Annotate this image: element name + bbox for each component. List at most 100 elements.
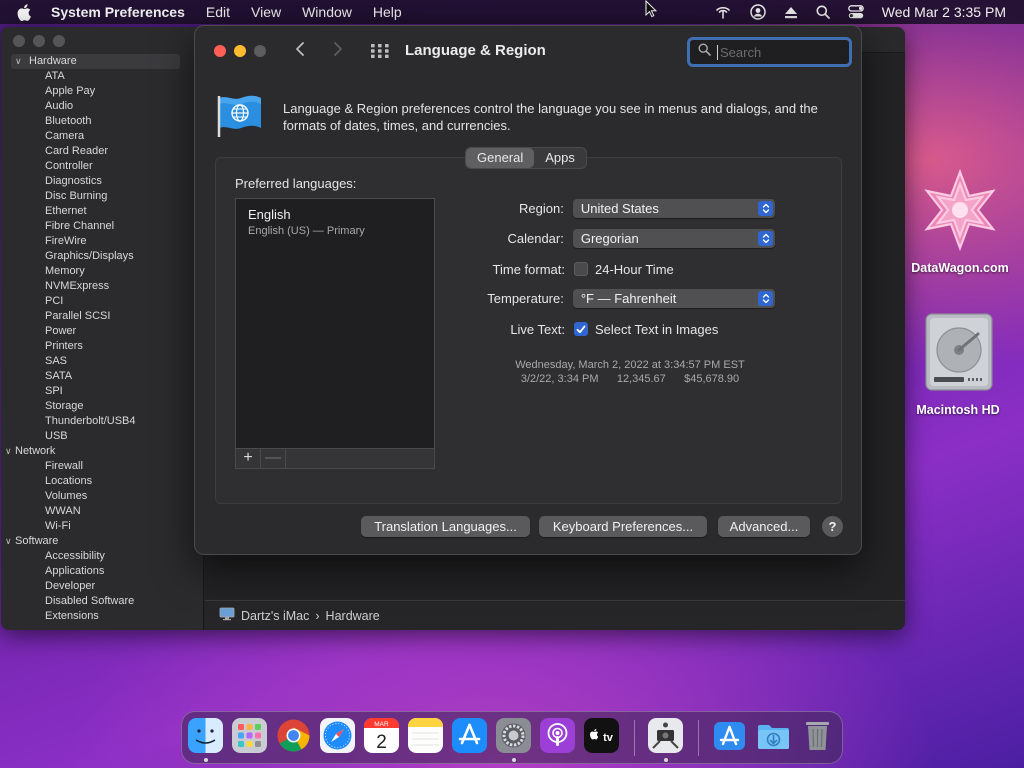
24-hour-time-label[interactable]: 24-Hour Time bbox=[595, 262, 674, 277]
launchpad-icon[interactable] bbox=[232, 718, 267, 753]
user-account-icon[interactable] bbox=[750, 4, 766, 20]
minimize-button[interactable] bbox=[33, 35, 45, 47]
datawagon-logo-icon[interactable] bbox=[920, 168, 1000, 252]
keyboard-preferences-button[interactable]: Keyboard Preferences... bbox=[539, 516, 707, 537]
temperature-popup[interactable]: °F — Fahrenheit bbox=[572, 288, 775, 308]
tree-item-ethernet[interactable]: Ethernet bbox=[1, 204, 204, 219]
finder-icon[interactable] bbox=[188, 718, 223, 753]
search-field[interactable] bbox=[687, 37, 852, 67]
help-button[interactable]: ? bbox=[822, 516, 843, 537]
datawagon-desktop-label[interactable]: DataWagon.com bbox=[900, 261, 1020, 275]
safari-icon[interactable] bbox=[320, 718, 355, 753]
preferred-languages-list[interactable]: English English (US) — Primary bbox=[235, 198, 435, 469]
tree-item-audio[interactable]: Audio bbox=[1, 99, 204, 114]
calendar-popup[interactable]: Gregorian bbox=[572, 228, 775, 248]
region-popup[interactable]: United States bbox=[572, 198, 775, 218]
tree-item-wwan[interactable]: WWAN bbox=[1, 504, 204, 519]
zoom-button[interactable] bbox=[53, 35, 65, 47]
tree-item-pci[interactable]: PCI bbox=[1, 294, 204, 309]
downloads-folder-icon[interactable] bbox=[756, 718, 791, 753]
select-text-in-images-label[interactable]: Select Text in Images bbox=[595, 322, 718, 337]
system-preferences-icon[interactable] bbox=[496, 718, 531, 753]
trash-icon[interactable] bbox=[800, 718, 835, 753]
tree-item-firewire[interactable]: FireWire bbox=[1, 234, 204, 249]
tree-item-bluetooth[interactable]: Bluetooth bbox=[1, 114, 204, 129]
tree-item-ata[interactable]: ATA bbox=[1, 69, 204, 84]
add-language-button[interactable]: + bbox=[236, 449, 261, 468]
hard-drive-icon[interactable] bbox=[922, 312, 996, 392]
disclosure-chevron-icon[interactable]: ∨ bbox=[15, 54, 22, 69]
tree-item-disc-burning[interactable]: Disc Burning bbox=[1, 189, 204, 204]
tree-item-memory[interactable]: Memory bbox=[1, 264, 204, 279]
tree-item-wi-fi[interactable]: Wi-Fi bbox=[1, 519, 204, 534]
tree-item-firewall[interactable]: Firewall bbox=[1, 459, 204, 474]
tree-item-sata[interactable]: SATA bbox=[1, 369, 204, 384]
app-menu-system-preferences[interactable]: System Preferences bbox=[51, 4, 185, 20]
tree-item-applications[interactable]: Applications bbox=[1, 564, 204, 579]
applications-stack-icon[interactable] bbox=[712, 718, 747, 753]
control-center-icon[interactable] bbox=[847, 5, 864, 19]
tree-item-locations[interactable]: Locations bbox=[1, 474, 204, 489]
tree-item-power[interactable]: Power bbox=[1, 324, 204, 339]
menu-edit[interactable]: Edit bbox=[206, 4, 230, 20]
24-hour-time-checkbox[interactable] bbox=[574, 262, 588, 276]
language-item[interactable]: English English (US) — Primary bbox=[248, 207, 365, 237]
tree-item-storage[interactable]: Storage bbox=[1, 399, 204, 414]
close-button[interactable] bbox=[13, 35, 25, 47]
tree-item-volumes[interactable]: Volumes bbox=[1, 489, 204, 504]
notes-icon[interactable] bbox=[408, 718, 443, 753]
tree-item-apple-pay[interactable]: Apple Pay bbox=[1, 84, 204, 99]
macintosh-hd-label[interactable]: Macintosh HD bbox=[900, 403, 1016, 417]
select-text-in-images-checkbox[interactable] bbox=[574, 322, 588, 336]
chrome-icon[interactable] bbox=[276, 718, 311, 753]
checkmark-icon bbox=[576, 325, 586, 333]
minimize-button[interactable] bbox=[234, 45, 246, 57]
tree-item-spi[interactable]: SPI bbox=[1, 384, 204, 399]
apple-menu-icon[interactable] bbox=[17, 0, 41, 24]
tree-item-usb[interactable]: USB bbox=[1, 429, 204, 444]
path-computer-name[interactable]: Dartz's iMac bbox=[241, 609, 309, 623]
tree-item-nvmexpress[interactable]: NVMExpress bbox=[1, 279, 204, 294]
spotlight-search-icon[interactable] bbox=[816, 5, 830, 19]
search-input[interactable] bbox=[717, 44, 837, 60]
tab-general[interactable]: General bbox=[466, 148, 535, 168]
close-button[interactable] bbox=[214, 45, 226, 57]
back-chevron-icon[interactable] bbox=[295, 40, 305, 63]
tree-item-card-reader[interactable]: Card Reader bbox=[1, 144, 204, 159]
tree-item-parallel-scsi[interactable]: Parallel SCSI bbox=[1, 309, 204, 324]
screenshot-utility-icon[interactable] bbox=[648, 718, 683, 753]
tree-item-developer[interactable]: Developer bbox=[1, 579, 204, 594]
tree-item-graphics-displays[interactable]: Graphics/Displays bbox=[1, 249, 204, 264]
path-section[interactable]: Hardware bbox=[326, 609, 380, 623]
tree-item-extensions[interactable]: Extensions bbox=[1, 609, 204, 624]
tree-item-sas[interactable]: SAS bbox=[1, 354, 204, 369]
calendar-icon[interactable]: MAR 2 bbox=[364, 718, 399, 753]
eject-icon[interactable] bbox=[784, 6, 798, 19]
tab-apps[interactable]: Apps bbox=[534, 148, 586, 168]
tree-item-thunderbolt-usb4[interactable]: Thunderbolt/USB4 bbox=[1, 414, 204, 429]
podcasts-icon[interactable] bbox=[540, 718, 575, 753]
disclosure-chevron-icon[interactable]: ∨ bbox=[5, 534, 12, 549]
tree-item-controller[interactable]: Controller bbox=[1, 159, 204, 174]
menu-window[interactable]: Window bbox=[302, 4, 352, 20]
app-store-icon[interactable] bbox=[452, 718, 487, 753]
translation-languages-button[interactable]: Translation Languages... bbox=[361, 516, 530, 537]
tree-section-network[interactable]: ∨ Network bbox=[1, 444, 204, 459]
tree-section-software[interactable]: ∨ Software bbox=[1, 534, 204, 549]
window-controls-inactive bbox=[13, 35, 65, 47]
tree-section-hardware[interactable]: ∨ Hardware bbox=[11, 54, 180, 69]
tree-item-printers[interactable]: Printers bbox=[1, 339, 204, 354]
show-all-grid-icon[interactable] bbox=[371, 44, 389, 63]
menubar-clock[interactable]: Wed Mar 2 3:35 PM bbox=[882, 4, 1006, 20]
tree-item-fibre-channel[interactable]: Fibre Channel bbox=[1, 219, 204, 234]
tree-item-diagnostics[interactable]: Diagnostics bbox=[1, 174, 204, 189]
disclosure-chevron-icon[interactable]: ∨ bbox=[5, 444, 12, 459]
airdrop-status-icon[interactable] bbox=[714, 5, 732, 19]
menu-help[interactable]: Help bbox=[373, 4, 402, 20]
tree-item-camera[interactable]: Camera bbox=[1, 129, 204, 144]
apple-tv-icon[interactable]: tv bbox=[584, 718, 619, 753]
menu-view[interactable]: View bbox=[251, 4, 281, 20]
tree-item-accessibility[interactable]: Accessibility bbox=[1, 549, 204, 564]
advanced-button[interactable]: Advanced... bbox=[718, 516, 810, 537]
tree-item-disabled-software[interactable]: Disabled Software bbox=[1, 594, 204, 609]
